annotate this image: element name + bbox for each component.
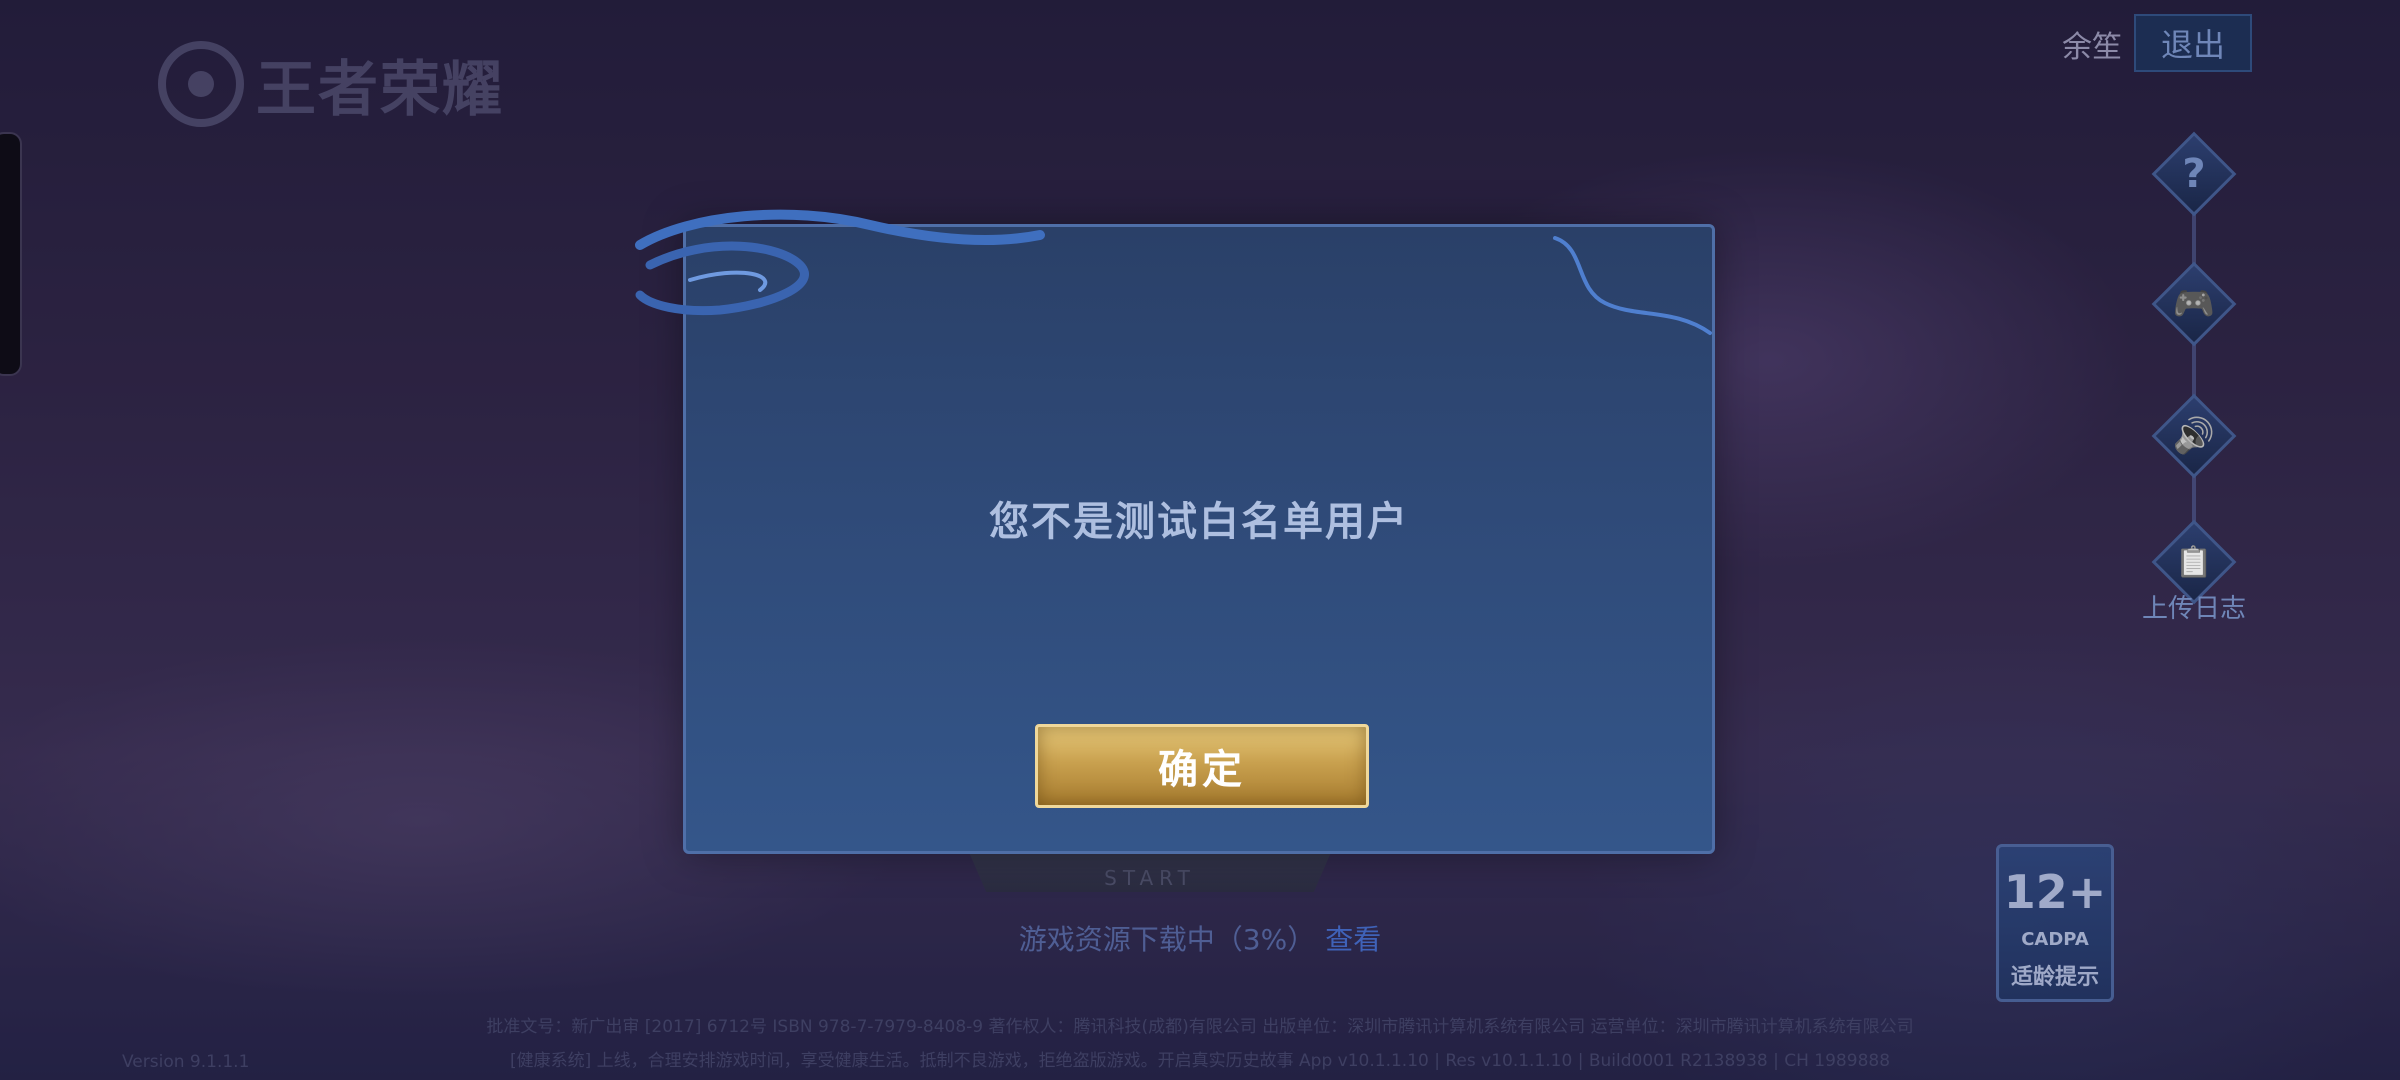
dialog-corner-ornament-icon	[1553, 236, 1712, 335]
gamepad-settings-button[interactable]: 🎮	[2151, 261, 2237, 347]
question-mark-icon: ?	[2182, 151, 2206, 197]
footer-license-line: 批准文号：新广出审 [2017] 6712号 ISBN 978-7-7979-8…	[486, 1017, 1914, 1037]
dialog-message: 您不是测试白名单用户	[989, 499, 1409, 545]
user-name: 余笙	[2062, 30, 2122, 65]
footer-notice-line: [健康系统] 上线，合理安排游戏时间，享受健康生活。抵制不良游戏，拒绝盗版游戏。…	[509, 1051, 1891, 1071]
download-progress-text: 游戏资源下载中（3%）	[1018, 923, 1316, 956]
version-label: Version 9.1.1.1	[122, 1052, 250, 1072]
dialog-cloud-ornament-icon	[635, 209, 1045, 316]
logout-button[interactable]: 退出	[2134, 14, 2252, 72]
confirm-button[interactable]: 确定	[1035, 724, 1369, 808]
age-rating-hint: 适龄提示	[2010, 965, 2099, 990]
upload-log-label: 上传日志	[2141, 594, 2246, 624]
help-button[interactable]: ?	[2151, 131, 2237, 217]
view-download-link[interactable]: 查看	[1325, 923, 1381, 956]
age-rating-badge[interactable]: 12+ CADPA 适龄提示	[1996, 844, 2114, 1002]
logo-mark-icon	[158, 41, 244, 127]
sound-button[interactable]: 🔊	[2151, 393, 2237, 479]
gamepad-icon: 🎮	[2172, 284, 2216, 324]
game-logo: 王者荣耀	[158, 36, 504, 132]
age-rating-org: CADPA	[2021, 929, 2089, 950]
age-rating-number: 12+	[2003, 865, 2107, 919]
logo-text: 王者荣耀	[256, 54, 504, 125]
start-button-caption: START	[1104, 866, 1196, 890]
speaker-icon: 🔊	[2172, 416, 2216, 456]
side-panel-handle[interactable]	[0, 132, 22, 376]
